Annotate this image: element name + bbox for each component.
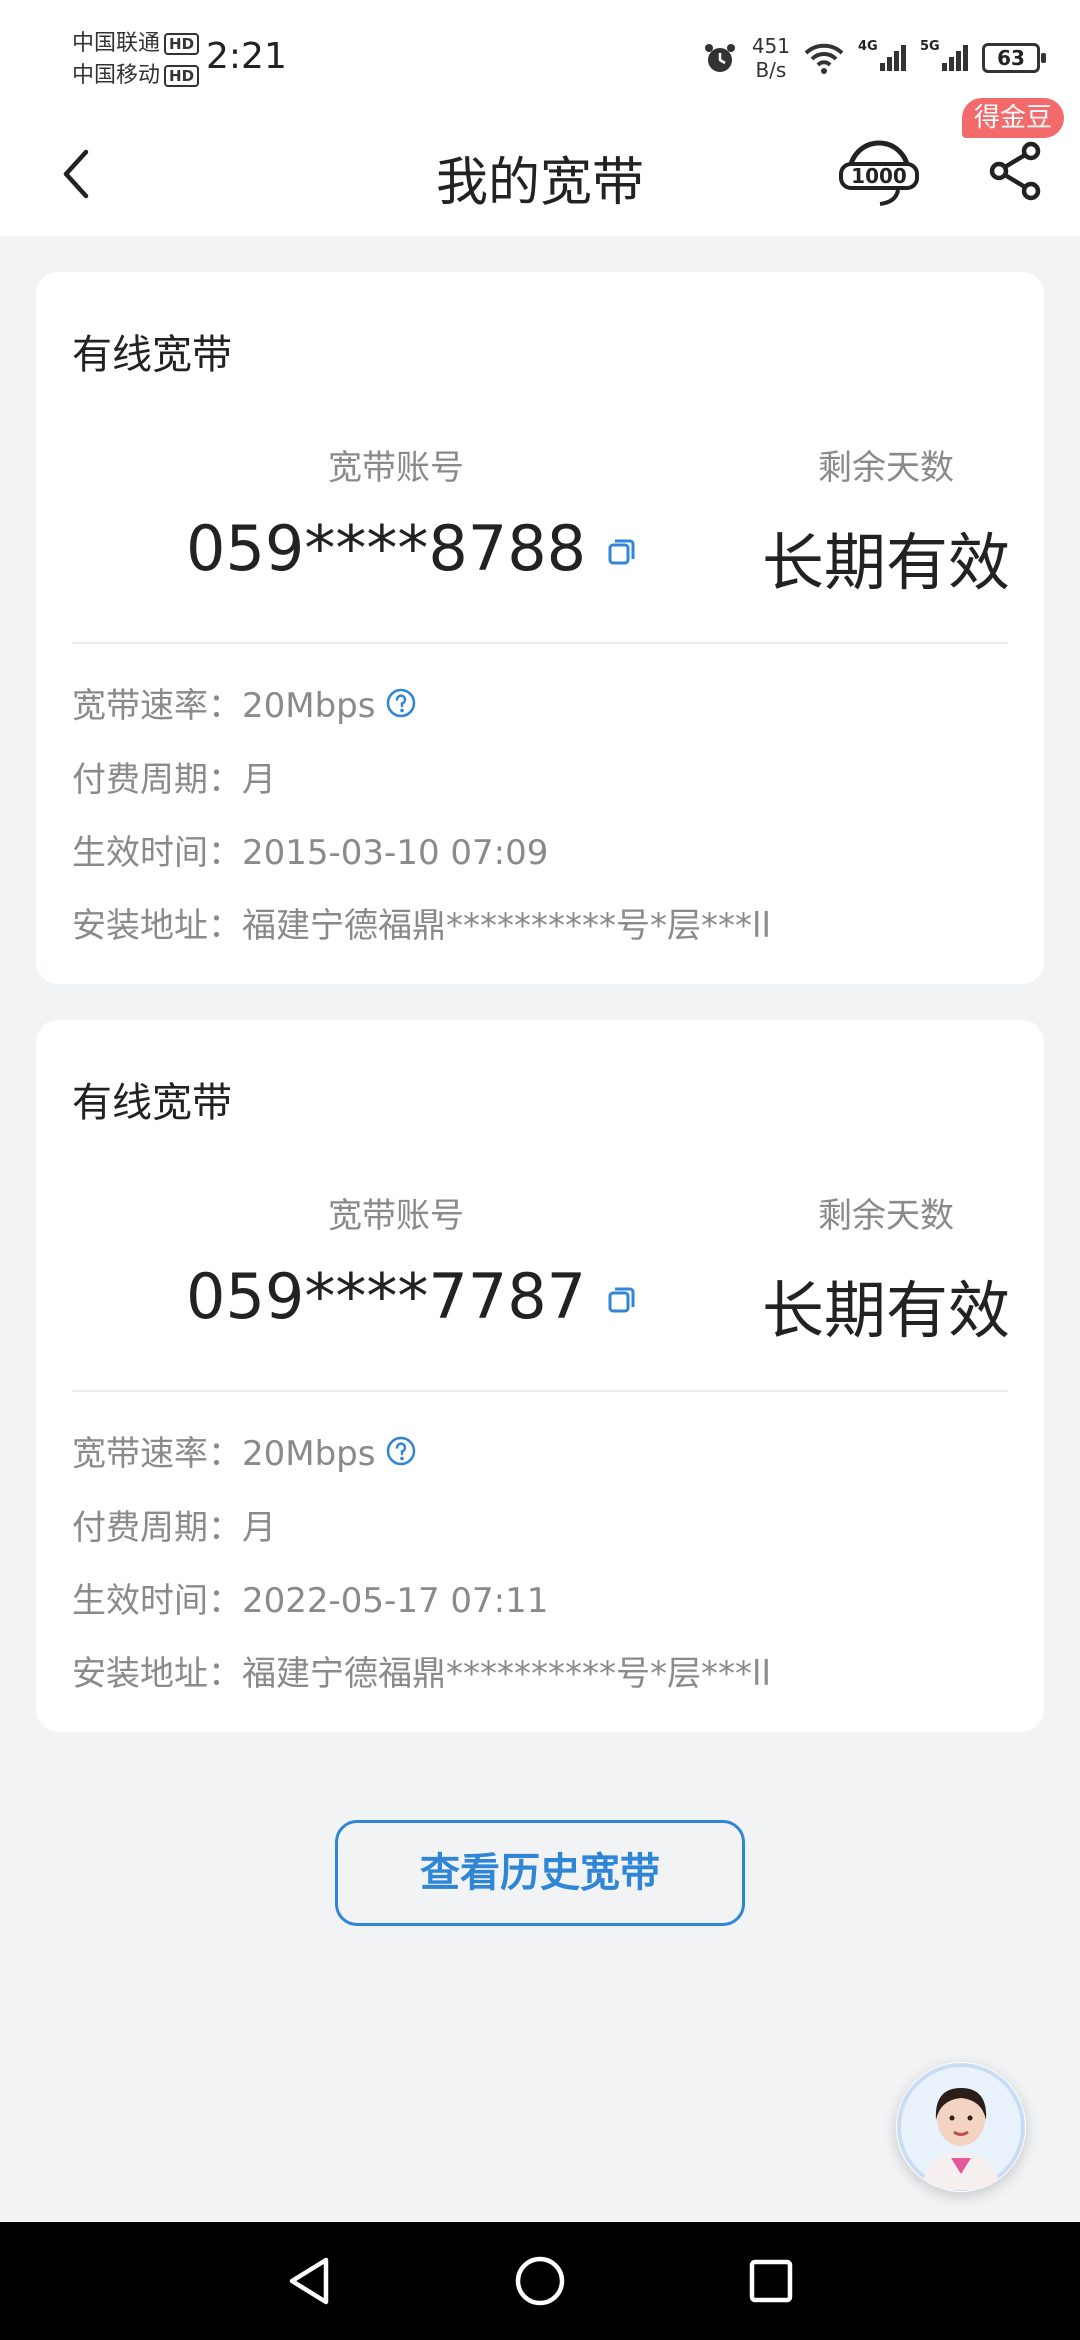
broadband-card: 有线宽带 宽带账号 剩余天数 059****7787 长期有效 宽带速率：20M… bbox=[36, 1020, 1044, 1732]
effective-time-row: 生效时间：2022-05-17 07:11 bbox=[72, 1581, 549, 1621]
customer-service-button[interactable]: 1000 bbox=[838, 132, 920, 214]
wifi-icon bbox=[804, 43, 844, 74]
broadband-account: 059****8788 bbox=[186, 512, 636, 585]
divider bbox=[72, 1390, 1008, 1392]
gold-beans-badge[interactable]: 得金豆 bbox=[962, 98, 1065, 138]
square-recents-icon bbox=[749, 2259, 793, 2303]
view-history-broadband-button[interactable]: 查看历史宽带 bbox=[335, 1820, 745, 1926]
nav-home-button[interactable] bbox=[507, 2248, 573, 2314]
copy-icon[interactable] bbox=[606, 1285, 636, 1315]
status-icons: 451 B/s 4G 5G 63 bbox=[702, 34, 1046, 82]
system-nav-bar bbox=[0, 2222, 1080, 2340]
help-icon[interactable] bbox=[385, 1435, 417, 1467]
hd-badge: HD bbox=[164, 65, 200, 87]
payment-cycle-row: 付费周期：月 bbox=[72, 760, 276, 800]
signal-4g-icon: 4G bbox=[858, 39, 906, 71]
net-speed: 451 B/s bbox=[752, 34, 790, 82]
remaining-days-value: 长期有效 bbox=[761, 1274, 1010, 1347]
signal-5g-tag: 5G bbox=[920, 39, 940, 54]
install-address-row: 安装地址：福建宁德福鼎**********号*层***ll bbox=[72, 1654, 771, 1694]
alarm-icon bbox=[704, 44, 735, 72]
nav-back-button[interactable] bbox=[276, 2248, 342, 2314]
help-icon[interactable] bbox=[385, 687, 417, 719]
triangle-back-icon bbox=[289, 2257, 329, 2305]
account-label: 宽带账号 bbox=[328, 448, 464, 488]
speed-text: 宽带速率：20Mbps bbox=[72, 686, 376, 726]
signal-4g-tag: 4G bbox=[858, 39, 878, 54]
card-title: 有线宽带 bbox=[72, 1080, 232, 1126]
assistant-avatar-button[interactable] bbox=[896, 2062, 1026, 2192]
install-address-row: 安装地址：福建宁德福鼎**********号*层***ll bbox=[72, 906, 771, 946]
remaining-days-label: 剩余天数 bbox=[818, 448, 954, 488]
payment-cycle-row: 付费周期：月 bbox=[72, 1508, 276, 1548]
net-speed-value: 451 bbox=[751, 34, 790, 58]
svg-text:1000: 1000 bbox=[851, 164, 907, 188]
account-number: 059****8788 bbox=[186, 512, 587, 585]
broadband-card: 有线宽带 宽带账号 剩余天数 059****8788 长期有效 宽带速率：20M… bbox=[36, 272, 1044, 984]
status-bar: 中国联通 HD 中国移动 HD 2:21 451 B/s 4G 5G 63 bbox=[0, 0, 1080, 120]
account-number: 059****7787 bbox=[186, 1260, 587, 1333]
carrier-2-label: 中国移动 bbox=[72, 63, 161, 88]
broadband-account: 059****7787 bbox=[186, 1260, 636, 1333]
speed-row: 宽带速率：20Mbps bbox=[72, 1426, 417, 1475]
share-icon bbox=[989, 141, 1041, 201]
remaining-days-value: 长期有效 bbox=[761, 526, 1010, 599]
battery-icon: 63 bbox=[982, 43, 1046, 73]
speed-row: 宽带速率：20Mbps bbox=[72, 678, 417, 727]
effective-time-row: 生效时间：2015-03-10 07:09 bbox=[72, 833, 549, 873]
assistant-avatar-icon bbox=[897, 2063, 1025, 2191]
app-header: 我的宽带 1000 bbox=[0, 120, 1080, 236]
carrier-1-label: 中国联通 bbox=[72, 31, 161, 56]
clock: 2:21 bbox=[206, 36, 287, 77]
nav-recents-button[interactable] bbox=[738, 2248, 804, 2314]
share-button[interactable] bbox=[980, 136, 1050, 206]
card-title: 有线宽带 bbox=[72, 332, 232, 378]
copy-icon[interactable] bbox=[606, 537, 636, 567]
circle-home-icon bbox=[515, 2256, 565, 2306]
10000-service-icon: 1000 bbox=[839, 140, 919, 206]
hd-badge: HD bbox=[164, 33, 200, 55]
remaining-days-label: 剩余天数 bbox=[818, 1196, 954, 1236]
signal-5g-icon: 5G bbox=[920, 39, 968, 71]
speed-text: 宽带速率：20Mbps bbox=[72, 1434, 376, 1474]
divider bbox=[72, 642, 1008, 644]
net-speed-unit: B/s bbox=[755, 58, 787, 82]
carrier-info: 中国联通 HD 中国移动 HD bbox=[72, 28, 200, 92]
account-label: 宽带账号 bbox=[328, 1196, 464, 1236]
